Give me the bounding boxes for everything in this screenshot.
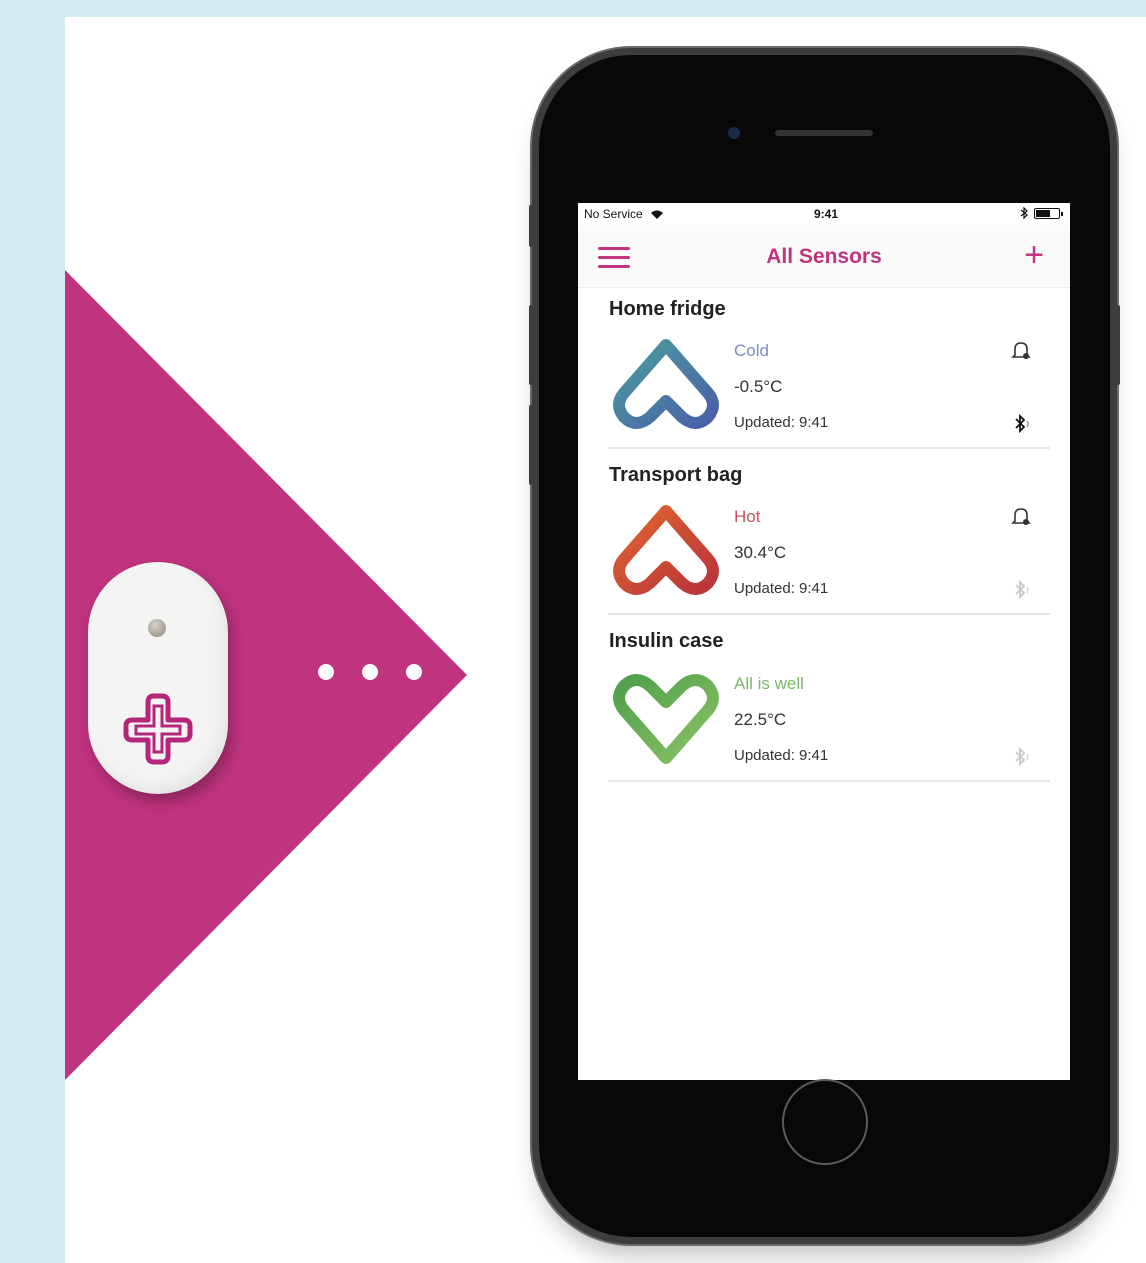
bluetooth-icon[interactable] [1010, 413, 1034, 435]
status-bar: No Service 9:41 [578, 203, 1070, 225]
dot [318, 664, 334, 680]
front-camera [728, 127, 740, 139]
dot [362, 664, 378, 680]
app-screen: No Service 9:41 All Sensors + Home fridg… [578, 203, 1070, 1080]
status-time: 9:41 [814, 207, 839, 221]
phone-power-button [1116, 305, 1120, 385]
sensor-updated: Updated: 9:41 [734, 414, 829, 431]
chevron-up-heart-icon [613, 505, 719, 595]
sensor-row-transport-bag[interactable]: Hot 30.4°C Updated: 9:41 [608, 503, 1050, 615]
chevron-up-heart-icon [613, 339, 719, 429]
wifi-icon [651, 210, 664, 219]
page-title: All Sensors [766, 245, 882, 268]
sensor-name: Transport bag [609, 464, 743, 486]
sensor-status: All is well [734, 674, 804, 693]
medical-cross-icon [123, 693, 193, 765]
frame-border-top [0, 0, 1146, 17]
bluetooth-icon[interactable] [1010, 579, 1034, 601]
bluetooth-status-icon [1020, 207, 1028, 219]
phone-volume-up [529, 305, 533, 385]
device-indicator-light [148, 619, 166, 637]
phone-mockup: No Service 9:41 All Sensors + Home fridg… [529, 55, 1120, 1237]
sensor-temperature: 22.5°C [734, 710, 787, 729]
dot [406, 664, 422, 680]
home-button[interactable] [782, 1079, 868, 1165]
bluetooth-icon[interactable] [1010, 746, 1034, 768]
sensor-updated: Updated: 9:41 [734, 580, 829, 597]
add-sensor-button[interactable]: + [1024, 235, 1044, 275]
bell-icon[interactable] [1010, 339, 1032, 361]
carrier-label: No Service [584, 207, 664, 221]
sensor-name: Insulin case [609, 630, 724, 652]
heart-icon [613, 674, 719, 764]
sensor-row-insulin-case[interactable]: All is well 22.5°C Updated: 9:41 [608, 670, 1050, 782]
earpiece-speaker [775, 130, 873, 136]
sensor-status: Cold [734, 341, 769, 360]
bell-icon[interactable] [1010, 505, 1032, 527]
frame-border-left [0, 0, 65, 1263]
status-indicators [1020, 207, 1063, 219]
sensor-name: Home fridge [609, 298, 726, 320]
connection-dots [318, 664, 422, 680]
phone-mute-switch [529, 205, 533, 247]
sensor-status: Hot [734, 507, 761, 526]
sensor-updated: Updated: 9:41 [734, 747, 829, 764]
battery-icon [1034, 207, 1063, 219]
sensor-temperature: -0.5°C [734, 377, 783, 396]
phone-volume-down [529, 405, 533, 485]
sensor-temperature: 30.4°C [734, 543, 787, 562]
nav-bar: All Sensors + [578, 225, 1070, 288]
sensor-device [88, 562, 228, 794]
sensor-row-home-fridge[interactable]: Cold -0.5°C Updated: 9:41 [608, 337, 1050, 449]
